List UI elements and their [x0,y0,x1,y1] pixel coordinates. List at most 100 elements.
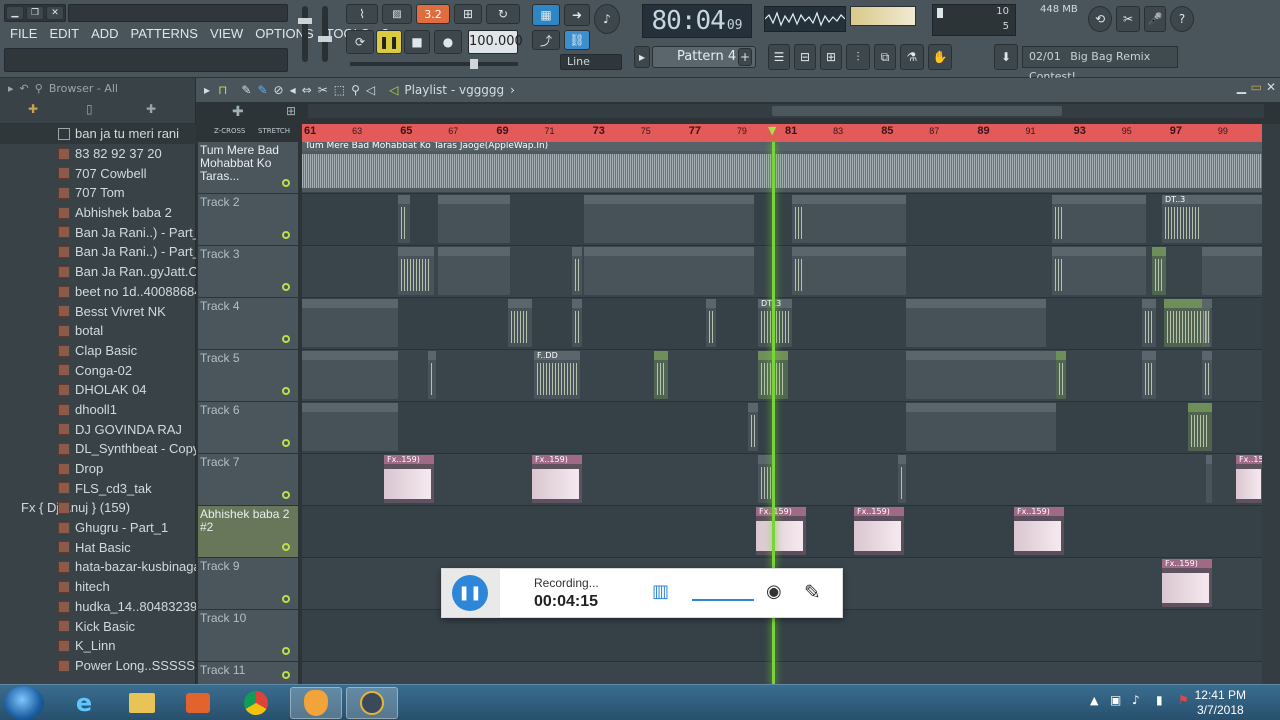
step-edit-icon[interactable]: ⊞ [454,4,482,24]
browser-search-icon[interactable]: ⚲ [35,82,43,95]
browser-item[interactable]: FLS_cd3_tak [0,478,196,498]
pattern-clip[interactable] [1188,403,1212,451]
browser-item[interactable]: hitech [0,577,196,597]
pattern-clip[interactable] [1152,247,1166,295]
wait-icon[interactable]: ⤴ [532,30,560,50]
playlist-window-icon[interactable]: ☰ [768,44,790,70]
minimize-icon[interactable]: ▁ [6,6,24,20]
delete-tool-icon[interactable]: ⊘ [274,83,284,97]
slice-tool-icon[interactable]: ✂ [318,83,328,97]
select-tool-icon[interactable]: ⬚ [334,83,345,97]
pattern-clip[interactable] [438,247,510,295]
news-hint[interactable]: 02/01 Big Bag Remix Contest! [1022,46,1178,83]
help-icon[interactable]: ? [1170,6,1194,32]
playlist-menu-icon[interactable]: ▸ [204,83,210,97]
track-mute-icon[interactable] [282,543,290,551]
playlist-minimize-icon[interactable]: ▁ [1237,80,1246,94]
media-player-taskbar-icon[interactable] [172,687,224,719]
playlist-play-icon[interactable]: ◁ [389,83,398,97]
browser-item[interactable]: hudka_14..804832394 [0,597,196,617]
fl-studio-taskbar-icon[interactable] [290,687,342,719]
master-volume-slider[interactable] [298,6,312,62]
browser-item[interactable]: DHOLAK 04 [0,380,196,400]
browser-item[interactable]: Besst Vivret NK [0,301,196,321]
stop-button[interactable]: ■ [404,30,430,54]
browser-item[interactable]: Fx { Dj Anuj } (159) [0,498,196,518]
track-lane[interactable]: Tum Mere Bad Mohabbat Ko Taras Jaoge(App… [302,142,1264,194]
paint-tool-icon[interactable]: ✎ [257,83,267,97]
recorder-taskbar-icon[interactable] [346,687,398,719]
pencil-tool-icon[interactable]: ✎ [241,83,251,97]
channel-rack-icon[interactable]: ⊞ [820,44,842,70]
track-header[interactable]: Track 5 [198,350,298,402]
record-button[interactable]: ● [434,30,462,54]
pattern-clip[interactable]: Fx..159) [1162,559,1212,607]
playlist-magnet-icon[interactable]: ⊓ [218,83,227,97]
tempo-display[interactable]: 100.000 [468,30,523,54]
track-header[interactable]: Abhishek baba 2 #2 [198,506,298,558]
pattern-clip[interactable] [1142,299,1156,347]
playback-tool-icon[interactable]: ◁ [366,83,375,97]
browser-tag-icon[interactable]: ✚ [146,102,156,116]
record-mode-icon[interactable]: ⌇ [346,4,378,24]
playlist-close-icon[interactable]: ✕ [1266,80,1276,94]
browser-item[interactable]: Ban Ja Ran..gyJatt.CoM) [0,262,196,282]
track-header[interactable]: Track 9 [198,558,298,610]
track-header[interactable]: Tum Mere Bad Mohabbat Ko Taras... [198,142,298,194]
pattern-clip[interactable] [1142,351,1156,399]
timeline-ruler[interactable]: 61 63 65 67 69 71 73 75 77 79 81 83 85 87 89 91 93 95 97 99 [302,124,1264,142]
pattern-clip[interactable] [706,299,716,347]
browser-item[interactable]: hata-bazar-kusbinagar [0,557,196,577]
pattern-clip[interactable]: Fx..159) [1236,455,1264,503]
pattern-clip[interactable] [654,351,668,399]
menu-file[interactable]: FILE [4,24,43,44]
track-header[interactable]: Track 10 [198,610,298,662]
flag-icon[interactable]: ⚑ [1178,693,1189,707]
track-header[interactable]: Track 6 [198,402,298,454]
track-mute-icon[interactable] [282,595,290,603]
pattern-clip[interactable] [508,299,532,347]
tray-arrow-icon[interactable]: ▲ [1090,694,1098,707]
browser-item[interactable]: Drop [0,459,196,479]
track-header[interactable]: Track 7 [198,454,298,506]
track-mute-icon[interactable] [282,231,290,239]
browser-back-icon[interactable]: ↶ [20,82,29,95]
menu-add[interactable]: ADD [85,24,124,44]
pattern-clip[interactable]: Fx..159) [1014,507,1064,555]
browser-arrow-icon[interactable]: ▸ [8,82,14,95]
chrome-taskbar-icon[interactable] [230,687,282,719]
pattern-clip[interactable] [806,195,906,243]
playhead-marker-icon[interactable]: ▼ [768,124,776,137]
browser-item[interactable]: Ban Ja Rani..) - Part_5 [0,222,196,242]
pattern-clip[interactable] [1052,195,1066,243]
slip-tool-icon[interactable]: ⇔ [302,83,312,97]
link-icon[interactable]: ⛓ [564,30,590,50]
track-lane[interactable] [302,454,1264,506]
browser-item[interactable]: Ghugru - Part_1 [0,518,196,538]
browser-item[interactable]: Power Long..SSSSSSSS [0,656,196,676]
close-icon[interactable]: ✕ [46,6,64,20]
snap-plus-icon[interactable]: ✚ [232,104,244,120]
browser-item[interactable]: DJ GOVINDA RAJ [0,419,196,439]
scroll-thumb[interactable] [772,106,1062,116]
browser-item[interactable]: Ban Ja Rani..) - Part_6 [0,242,196,262]
pattern-clip[interactable] [748,403,758,451]
pattern-clip[interactable] [302,351,398,399]
track-mute-icon[interactable] [282,671,290,679]
start-button[interactable] [4,686,44,720]
browser-file-icon[interactable]: ▯ [86,102,93,116]
track-lane[interactable] [302,402,1264,454]
pen-icon[interactable]: ✎ [804,580,821,604]
pattern-clip[interactable] [1202,351,1212,399]
track-mute-icon[interactable] [282,387,290,395]
speaker-icon[interactable]: ♪ [1132,693,1140,707]
play-arrow-icon[interactable]: ➜ [564,4,590,26]
tools-icon[interactable]: ✂ [1116,6,1140,32]
track-header[interactable]: Track 11 [198,662,298,686]
track-mute-icon[interactable] [282,491,290,499]
pattern-clip[interactable] [1066,247,1146,295]
master-pitch-slider[interactable] [318,6,332,62]
pattern-clip[interactable] [806,247,906,295]
track-header[interactable]: Track 4 [198,298,298,350]
pattern-clip[interactable] [906,403,1056,451]
